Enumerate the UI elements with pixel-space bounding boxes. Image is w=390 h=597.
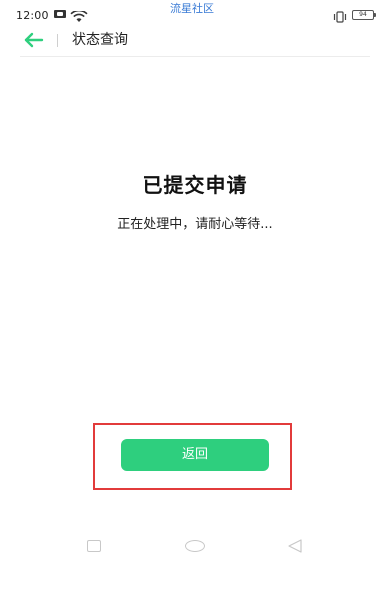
arrow-left-icon — [24, 32, 44, 48]
recent-apps-icon[interactable] — [87, 540, 101, 552]
watermark-text: 流星社区 — [170, 2, 214, 15]
home-icon[interactable] — [185, 540, 205, 552]
vibrate-icon — [332, 8, 348, 23]
status-bar: 12:00 流星社区 94 — [0, 0, 390, 26]
battery-icon: 94 — [352, 10, 376, 20]
page-title: 状态查询 — [72, 32, 128, 48]
header-separator — [20, 56, 370, 57]
sim-icon — [54, 10, 66, 18]
header-divider — [57, 34, 58, 47]
status-title: 已提交申请 — [142, 173, 248, 197]
status-time: 12:00 — [16, 9, 49, 22]
system-nav-bar — [0, 530, 390, 562]
wifi-icon — [70, 8, 88, 22]
back-button[interactable] — [20, 30, 46, 50]
app-header: 状态查询 — [0, 26, 390, 56]
back-icon[interactable] — [286, 538, 304, 554]
status-message: 正在处理中，请耐心等待... — [117, 217, 273, 232]
return-button[interactable]: 返回 — [121, 439, 269, 471]
